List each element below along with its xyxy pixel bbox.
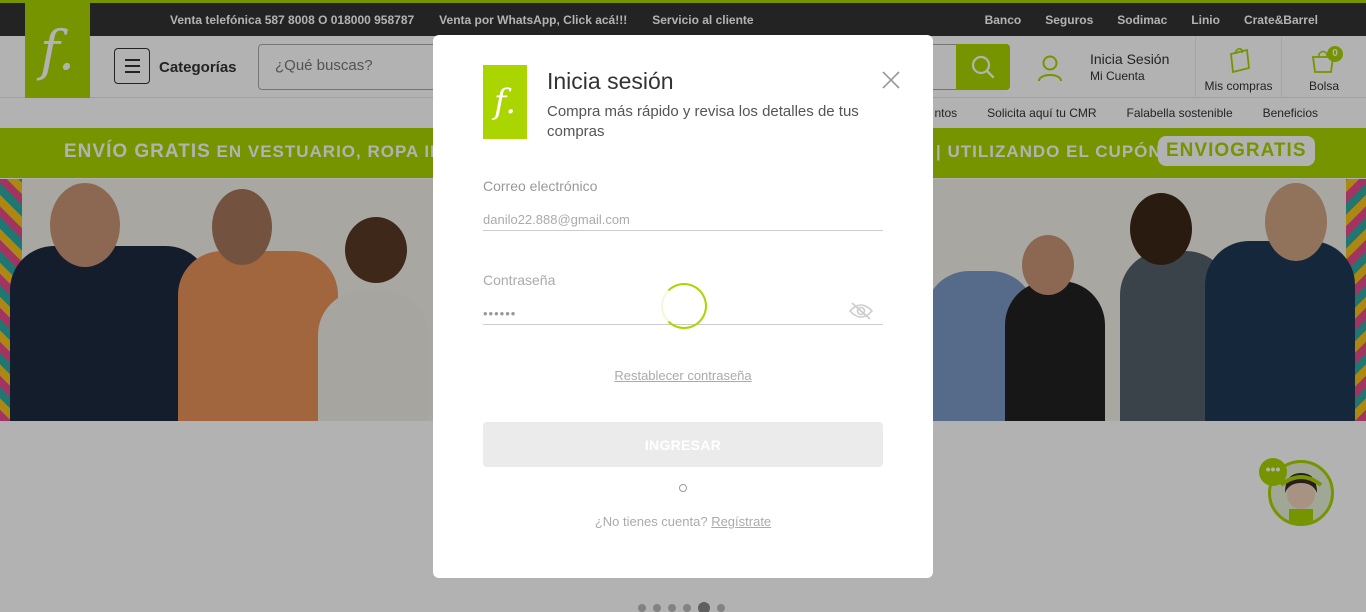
password-label: Contraseña	[483, 272, 556, 288]
modal-logo: f.	[483, 65, 527, 139]
loading-spinner-icon	[661, 283, 707, 329]
register-link[interactable]: Regístrate	[711, 514, 771, 529]
email-field[interactable]	[483, 209, 883, 231]
modal-logo-letter: f.	[493, 82, 517, 122]
close-button[interactable]	[881, 70, 901, 90]
login-modal: f. Inicia sesión Compra más rápido y rev…	[433, 35, 933, 578]
modal-title: Inicia sesión	[547, 68, 674, 94]
no-account-text: ¿No tienes cuenta?	[594, 514, 708, 529]
register-prompt: ¿No tienes cuenta? Regístrate	[433, 514, 933, 529]
modal-subtitle: Compra más rápido y revisa los detalles …	[547, 103, 859, 140]
login-submit-button[interactable]: INGRESAR	[483, 422, 883, 467]
toggle-password-visibility[interactable]	[848, 301, 874, 326]
close-icon	[882, 71, 900, 89]
eye-off-icon	[848, 302, 874, 320]
email-label: Correo electrónico	[483, 178, 598, 194]
loading-dot-icon	[679, 484, 687, 492]
reset-password-link[interactable]: Restablecer contraseña	[433, 368, 933, 383]
